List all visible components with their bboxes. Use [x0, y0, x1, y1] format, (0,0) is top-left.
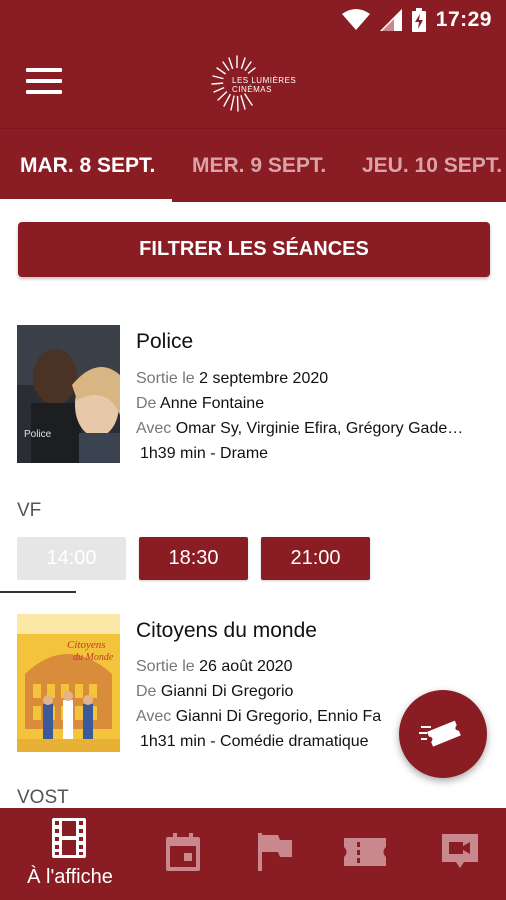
cast-prefix: Avec — [136, 708, 172, 725]
release-date: 26 août 2020 — [199, 658, 293, 675]
movie-release: Sortie le 26 août 2020 — [136, 658, 293, 676]
signal-icon — [379, 9, 402, 31]
poster-title-citoyens-2: du Monde — [73, 652, 114, 663]
status-time: 17:29 — [435, 8, 492, 31]
movie-duration-genre: 1h39 min - Drame — [140, 445, 269, 462]
date-tab-indicator — [0, 199, 172, 202]
poster-title-police: Police — [24, 429, 52, 440]
app-bar: LES LUMIÈRES CINÉMAS — [0, 40, 506, 128]
bottom-navigation: À l'affiche — [0, 808, 506, 900]
wifi-icon — [341, 9, 370, 30]
divider — [0, 591, 76, 593]
nav-item-tickets[interactable] — [334, 808, 400, 900]
date-tab-1[interactable]: MER. 9 SEPT. — [192, 154, 326, 178]
nav-item-events[interactable] — [242, 808, 308, 900]
flag-icon — [258, 833, 292, 871]
cast-names: Omar Sy, Virginie Efira, Grégory Gade… — [175, 420, 464, 437]
logo-line1: LES LUMIÈRES — [232, 76, 297, 85]
session-language-label: VF — [17, 500, 42, 521]
movie-cast: Avec Omar Sy, Virginie Efira, Grégory Ga… — [136, 420, 463, 438]
movie-title[interactable]: Police — [136, 330, 193, 354]
release-prefix: Sortie le — [136, 658, 195, 675]
logo-line2: CINÉMAS — [232, 85, 272, 94]
calendar-icon — [166, 833, 200, 871]
hamburger-menu-icon[interactable] — [26, 68, 62, 98]
director-name: Gianni Di Gregorio — [160, 683, 294, 700]
movie-release: Sortie le 2 septembre 2020 — [136, 370, 328, 388]
director-prefix: De — [136, 683, 157, 700]
release-prefix: Sortie le — [136, 370, 195, 387]
movie-poster-citoyens[interactable]: Citoyens du Monde — [17, 614, 120, 752]
session-language-label: VOST — [17, 787, 69, 808]
nav-item-showing[interactable]: À l'affiche — [0, 808, 140, 900]
ticket-fast-icon — [419, 720, 461, 747]
ticket-icon — [344, 838, 386, 866]
movie-cast: Avec Gianni Di Gregorio, Ennio Fa — [136, 708, 381, 726]
filter-sessions-button[interactable]: FILTRER LES SÉANCES — [18, 222, 490, 277]
session-time-button[interactable]: 18:30 — [139, 537, 248, 580]
session-time-button[interactable]: 14:00 — [17, 537, 126, 580]
session-time-button[interactable]: 21:00 — [261, 537, 370, 580]
cast-names: Gianni Di Gregorio, Ennio Fa — [175, 708, 382, 725]
movie-duration-genre: 1h31 min - Comédie dramatique — [140, 733, 369, 750]
director-prefix: De — [136, 395, 157, 412]
logo-text: LES LUMIÈRES CINÉMAS — [232, 76, 296, 94]
battery-charging-icon — [411, 8, 426, 32]
nav-label-showing: À l'affiche — [27, 866, 113, 888]
status-bar: 17:29 — [0, 0, 506, 40]
cast-prefix: Avec — [136, 420, 172, 437]
poster-title-citoyens-1: Citoyens — [67, 639, 106, 651]
film-strip-icon — [52, 818, 86, 858]
movie-director: De Gianni Di Gregorio — [136, 683, 293, 701]
quick-ticket-fab[interactable] — [399, 690, 487, 778]
date-tab-0[interactable]: MAR. 8 SEPT. — [20, 154, 155, 178]
movie-director: De Anne Fontaine — [136, 395, 264, 413]
date-tab-2[interactable]: JEU. 10 SEPT. — [362, 154, 502, 178]
movie-title[interactable]: Citoyens du monde — [136, 619, 317, 643]
nav-item-calendar[interactable] — [150, 808, 216, 900]
movie-poster-police[interactable]: Police — [17, 325, 120, 463]
director-name: Anne Fontaine — [160, 395, 265, 412]
date-tabs: MAR. 8 SEPT. MER. 9 SEPT. JEU. 10 SEPT. — [0, 128, 506, 202]
nav-item-video[interactable] — [428, 808, 494, 900]
video-call-icon — [442, 834, 478, 868]
release-date: 2 septembre 2020 — [199, 370, 329, 387]
